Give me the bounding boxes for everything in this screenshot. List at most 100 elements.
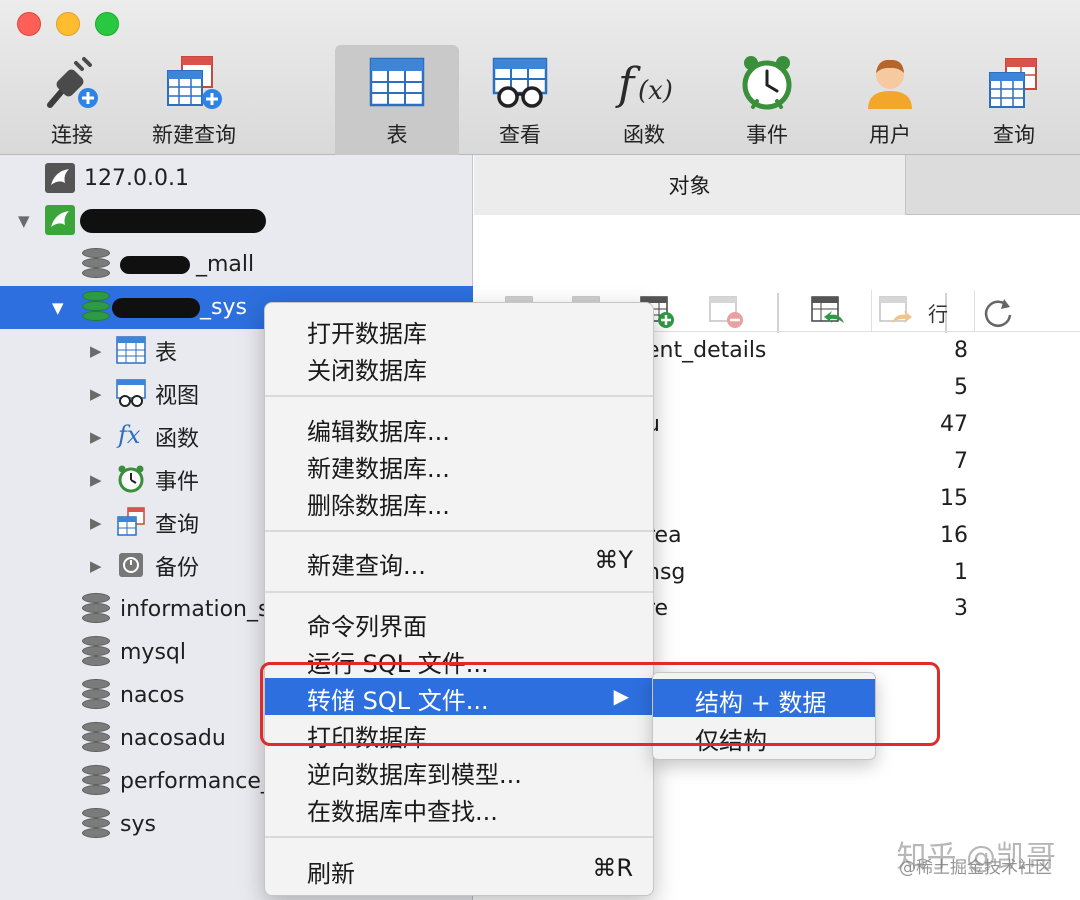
red-annotation-box [260, 662, 940, 746]
sidebar-item-label: 备份 [155, 555, 200, 581]
mysql-connection-icon [45, 205, 75, 235]
svg-text:(x): (x) [638, 76, 673, 106]
menu-separator [265, 591, 653, 593]
database-label: information_s [120, 597, 270, 622]
zoom-window-button[interactable] [95, 12, 119, 36]
menu-item-label: 新建数据库... [307, 455, 450, 483]
tab-strip: 对象 [474, 155, 1080, 215]
toolbar-table-button[interactable]: 表 [335, 45, 459, 155]
database-label: _mall [196, 252, 255, 277]
query-icon [982, 53, 1046, 113]
menu-item-find-in-database[interactable]: 在数据库中查找... [265, 789, 653, 826]
toolbar-label: 连接 [51, 123, 93, 147]
sidebar-server-row[interactable]: 127.0.0.1 [0, 157, 473, 200]
server-connection-icon [45, 163, 75, 193]
watermark-subtext: @稀土掘金技术社区 [899, 858, 1052, 878]
menu-separator [265, 836, 653, 838]
database-label: performance_ [120, 769, 272, 794]
menu-item-label: 编辑数据库... [307, 418, 450, 446]
toolbar-label: 事件 [746, 123, 788, 147]
menu-item-shortcut: ⌘Y [594, 546, 633, 574]
database-context-menu: 打开数据库 关闭数据库 编辑数据库... 新建数据库... 删除数据库... 新… [264, 302, 654, 896]
menu-item-open-database[interactable]: 打开数据库 [265, 311, 653, 348]
view-glasses-icon [488, 53, 552, 113]
menu-item-label: 新建查询... [307, 552, 426, 580]
toolbar-label: 表 [386, 123, 408, 147]
table-row-count: 7 [954, 449, 968, 474]
alarm-clock-icon [116, 464, 146, 494]
connection-plug-icon [40, 53, 104, 113]
database-label: nacos [120, 683, 185, 708]
menu-separator [265, 395, 653, 397]
menu-item-label: 逆向数据库到模型... [307, 761, 522, 789]
toolbar-label: 函数 [623, 123, 665, 147]
table-row-count: 3 [954, 596, 968, 621]
sidebar-item-label: 表 [155, 340, 178, 366]
toolbar-connection-button[interactable]: 连接 [10, 45, 134, 155]
table-row-count: 47 [940, 412, 968, 437]
function-fx-icon: f (x) [612, 53, 676, 113]
menu-item-new-query[interactable]: 新建查询... ⌘Y [265, 543, 653, 580]
redacted-connection-name [80, 209, 266, 233]
database-icon [82, 593, 110, 625]
toolbar-query-button[interactable]: 查询 [952, 45, 1076, 155]
minimize-window-button[interactable] [56, 12, 80, 36]
menu-item-command-line[interactable]: 命令列界面 [265, 604, 653, 641]
disclosure-expanded-icon[interactable]: ▼ [52, 299, 64, 317]
menu-item-label: 在数据库中查找... [307, 798, 498, 826]
redacted-database-prefix [120, 256, 190, 274]
database-icon [82, 248, 110, 280]
close-window-button[interactable] [17, 12, 41, 36]
user-icon [858, 53, 922, 113]
toolbar-user-button[interactable]: 用户 [828, 45, 952, 155]
toolbar-label: 用户 [869, 123, 911, 147]
disclosure-collapsed-icon[interactable]: ▶ [90, 471, 102, 489]
toolbar-label: 查询 [993, 123, 1035, 147]
toolbar-function-button[interactable]: f (x) 函数 [582, 45, 706, 155]
database-icon [82, 808, 110, 840]
menu-item-new-database[interactable]: 新建数据库... [265, 446, 653, 483]
disclosure-collapsed-icon[interactable]: ▶ [90, 557, 102, 575]
toolbar-new-query-button[interactable]: 新建查询 [132, 45, 256, 155]
database-label: _sys [200, 295, 247, 320]
table-icon [116, 336, 146, 366]
toolbar-label: 查看 [499, 123, 541, 147]
redacted-database-prefix [112, 298, 200, 318]
sidebar-item-label: 事件 [155, 469, 200, 495]
menu-item-label: 命令列界面 [307, 613, 427, 641]
disclosure-collapsed-icon[interactable]: ▶ [90, 385, 102, 403]
menu-item-close-database[interactable]: 关闭数据库 [265, 348, 653, 385]
sidebar-item-label: 函数 [155, 426, 200, 452]
column-divider[interactable] [974, 290, 975, 332]
toolbar-event-button[interactable]: 事件 [705, 45, 829, 155]
menu-item-edit-database[interactable]: 编辑数据库... [265, 409, 653, 446]
disclosure-collapsed-icon[interactable]: ▶ [90, 342, 102, 360]
table-icon [365, 53, 429, 113]
backup-icon [116, 550, 146, 580]
table-row-count: 5 [954, 375, 968, 400]
function-fx-icon: fx [116, 419, 146, 449]
menu-item-label: 刷新 [307, 860, 355, 888]
sidebar-database-row[interactable]: _mall [0, 243, 473, 286]
tab-objects[interactable]: 对象 [474, 155, 906, 215]
disclosure-collapsed-icon[interactable]: ▶ [90, 428, 102, 446]
column-header-rows[interactable]: 行 [928, 298, 948, 327]
database-label: nacosadu [120, 726, 226, 751]
toolbar-view-button[interactable]: 查看 [458, 45, 582, 155]
menu-item-reverse-to-model[interactable]: 逆向数据库到模型... [265, 752, 653, 789]
database-icon [82, 722, 110, 754]
new-query-icon [162, 53, 226, 113]
menu-item-shortcut: ⌘R [592, 854, 633, 882]
menu-item-refresh[interactable]: 刷新 ⌘R [265, 851, 653, 888]
menu-item-delete-database[interactable]: 删除数据库... [265, 483, 653, 520]
menu-item-label: 关闭数据库 [307, 357, 427, 385]
database-icon [82, 765, 110, 797]
database-icon [82, 291, 110, 323]
table-row-count: 1 [954, 560, 968, 585]
disclosure-collapsed-icon[interactable]: ▶ [90, 514, 102, 532]
disclosure-expanded-icon[interactable]: ▼ [18, 212, 30, 230]
table-row-count: 16 [940, 523, 968, 548]
sidebar-connection-row[interactable]: ▼ [0, 199, 473, 242]
server-label: 127.0.0.1 [84, 166, 189, 191]
column-divider[interactable] [871, 290, 872, 332]
